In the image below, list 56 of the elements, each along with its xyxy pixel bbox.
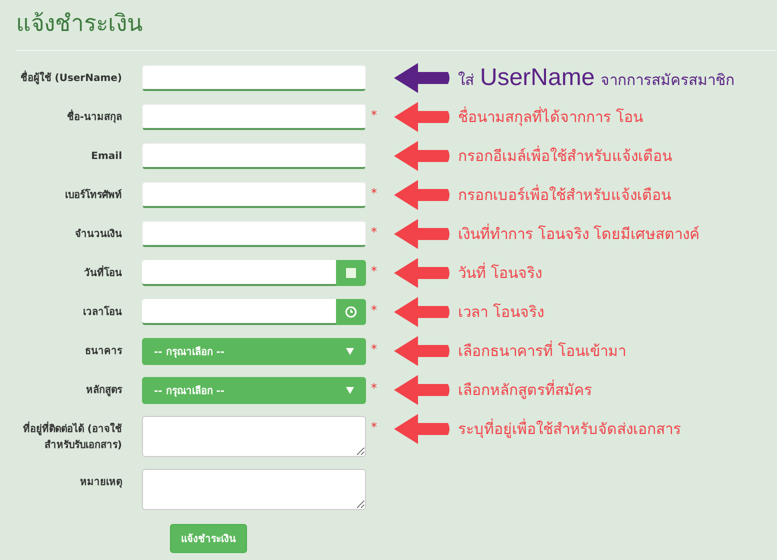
text-field[interactable] xyxy=(142,65,366,91)
date-field[interactable] xyxy=(142,260,336,286)
field-label: ที่อยู่ที่ติดต่อได้ (อาจใช้สำหรับรับเอกสาร) xyxy=(16,416,142,454)
required-mark: * xyxy=(370,380,377,395)
field-label: ชื่อผู้ใช้ (UserName) xyxy=(16,65,142,87)
required-mark: * xyxy=(370,107,377,122)
text-field[interactable] xyxy=(142,221,366,247)
required-mark: * xyxy=(370,419,377,434)
annotation-text: ชื่อนามสกุลที่ได้จากการ โอน xyxy=(458,106,643,128)
annotation-text: เลือกธนาคารที่ โอนเข้ามา xyxy=(458,340,626,362)
annotation-text: วันที่ โอนจริง xyxy=(458,262,542,284)
left-arrow-icon xyxy=(392,100,452,134)
field-label: วันที่โอน xyxy=(16,260,142,282)
annotation-text: ระบุที่อยู่เพื่อใช้สำหรับจัดส่งเอกสาร xyxy=(458,418,681,440)
required-mark: * xyxy=(370,302,377,317)
annotation-text: กรอกอีเมล์เพื่อใช้สำหรับแจ้งเตือน xyxy=(458,144,672,167)
annotation-text: เลือกหลักสูตรที่สมัคร xyxy=(458,378,592,401)
left-arrow-icon xyxy=(392,295,452,329)
field-label: เวลาโอน xyxy=(82,304,123,320)
left-arrow-icon xyxy=(392,373,452,407)
field-label: หลักสูตร xyxy=(85,384,124,398)
page-title: แจ้งชำระเงิน xyxy=(16,10,144,39)
dropdown[interactable]: -- กรุณาเลือก -- xyxy=(142,338,366,365)
required-mark: * xyxy=(370,341,377,356)
caret-icon xyxy=(346,387,354,394)
annotation-text: เวลา โอนจริง xyxy=(458,302,544,323)
caret-icon xyxy=(346,348,354,355)
left-arrow-icon xyxy=(392,412,452,446)
annotation-text: เงินที่ทำการ โอนจริง โดยมีเศษสตางค์ xyxy=(458,222,700,245)
left-arrow-icon xyxy=(392,334,452,368)
annotation-text: ใส่ UserName จากการสมัครสมาชิก xyxy=(458,64,735,92)
submit-button[interactable]: แจ้งชำระเงิน xyxy=(170,524,247,553)
required-mark: * xyxy=(370,224,377,239)
field-label: ธนาคาร xyxy=(84,345,124,359)
clock-icon xyxy=(345,306,357,318)
left-arrow-icon xyxy=(392,178,452,212)
field-label: เบอร์โทรศัพท์ xyxy=(64,188,123,203)
annotation-text: กรอกเบอร์เพื่อใช้สำหรับแจ้งเตือน xyxy=(458,184,671,206)
field-label: จำนวนเงิน xyxy=(74,228,123,242)
text-field[interactable] xyxy=(142,182,366,208)
time-field[interactable] xyxy=(142,299,336,325)
field-label: ชื่อ-นามสกุล xyxy=(16,104,142,126)
text-field[interactable] xyxy=(142,143,366,169)
left-arrow-icon xyxy=(392,217,452,251)
required-mark: * xyxy=(370,263,377,278)
clock-button[interactable] xyxy=(336,299,366,325)
calendar-button[interactable] xyxy=(336,260,366,286)
left-arrow-icon xyxy=(392,256,452,290)
field-label: Email xyxy=(90,150,123,164)
dropdown[interactable]: -- กรุณาเลือก -- xyxy=(142,377,366,404)
text-field[interactable] xyxy=(142,104,366,130)
left-arrow-icon xyxy=(392,61,452,95)
required-mark: * xyxy=(370,185,377,200)
calendar-icon xyxy=(345,267,357,279)
left-arrow-icon xyxy=(392,139,452,173)
field-label: หมายเหตุ xyxy=(79,476,123,490)
